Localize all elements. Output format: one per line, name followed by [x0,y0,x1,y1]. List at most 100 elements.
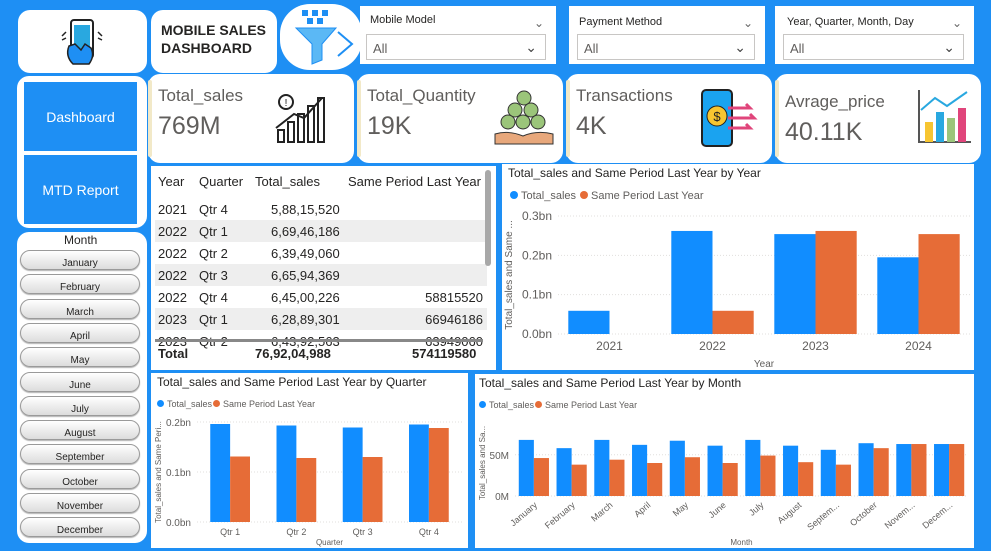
cell-same-period: 58815520 [425,290,483,305]
slicer-payment-method[interactable]: Payment Method ⌄ All ⌄ [569,6,765,64]
bar-total-sales[interactable] [774,234,816,334]
kpi-average-price: Avrage_price 40.11K [775,74,981,163]
month-item[interactable]: November [20,493,140,513]
bar-total-sales[interactable] [669,440,685,496]
chart-by-year: Total_sales and Same Period Last Year by… [502,164,974,370]
slicer-dropdown[interactable]: All ⌄ [366,34,546,60]
kpi-accent [357,80,361,157]
chevron-down-icon[interactable]: ⌄ [943,39,955,56]
col-header-same-period[interactable]: Same Period Last Year [348,174,481,189]
bar-same-period[interactable] [362,457,383,522]
month-item[interactable]: October [20,468,140,489]
month-item[interactable]: May [20,347,140,368]
slicer-dropdown[interactable]: All ⌄ [577,34,755,60]
bar-total-sales[interactable] [934,444,950,496]
legend-total-sales[interactable]: Total_sales [157,399,212,409]
bar-total-sales[interactable] [409,424,429,523]
cell-quarter: Qtr 3 [199,268,228,283]
bar-same-period[interactable] [684,457,700,496]
kpi-title: Total_Quantity [367,86,476,105]
month-item[interactable]: March [20,298,140,319]
cell-total-sales: 6,69,46,186 [271,224,340,239]
col-header-year[interactable]: Year [158,174,184,189]
bar-total-sales[interactable] [342,427,363,523]
bar-same-period[interactable] [609,459,625,496]
month-item[interactable]: June [20,371,140,392]
table-scrollbar[interactable] [485,170,491,266]
bar-same-period[interactable] [533,458,549,496]
y-tick-label: 0.0bn [166,518,191,529]
month-item[interactable]: February [20,274,140,295]
slicer-date-hierarchy[interactable]: Year, Quarter, Month, Day ⌄ All ⌄ [775,6,974,64]
nav-mtd-report-button[interactable]: MTD Report [24,155,137,224]
x-tick-label: Septem... [805,500,841,532]
col-header-total-sales[interactable]: Total_sales [255,174,320,189]
x-tick-label: June [707,500,728,520]
slicer-mobile-model[interactable]: Mobile Model ⌄ All ⌄ [360,6,556,64]
bar-total-sales[interactable] [877,257,919,334]
bar-same-period[interactable] [571,464,587,496]
legend-same-period[interactable]: Same Period Last Year [535,400,637,410]
x-tick-label: October [848,500,879,528]
bar-same-period[interactable] [647,463,663,496]
funnel-filter-icon [294,10,354,65]
col-header-quarter[interactable]: Quarter [199,174,243,189]
bar-same-period[interactable] [296,458,317,522]
bar-total-sales[interactable] [556,448,572,496]
bar-total-sales[interactable] [568,310,610,334]
bar-total-sales[interactable] [745,439,761,496]
chevron-down-icon[interactable]: ⌄ [734,39,746,56]
bar-same-period[interactable] [815,230,857,334]
bar-total-sales[interactable] [632,444,648,496]
bar-total-sales[interactable] [707,445,723,496]
kpi-accent [148,80,152,157]
cell-year: 2022 [158,224,187,239]
bar-total-sales[interactable] [858,443,874,496]
legend-label: Total_sales [521,190,577,202]
cell-year: 2022 [158,268,187,283]
legend-same-period[interactable]: Same Period Last Year [213,399,315,409]
bar-total-sales[interactable] [594,439,610,496]
month-item[interactable]: April [20,322,140,343]
chevron-down-icon[interactable]: ⌄ [525,39,537,56]
bar-total-sales[interactable] [276,425,297,523]
legend-same-period[interactable]: Same Period Last Year [580,190,704,202]
y-tick-label: 0M [495,492,509,503]
phone-payment-icon: $ [701,89,758,147]
chevron-down-icon[interactable]: ⌄ [952,16,962,30]
bar-total-sales[interactable] [783,445,799,496]
month-item[interactable]: January [20,250,140,270]
bar-same-period[interactable] [798,462,814,496]
bar-same-period[interactable] [835,464,851,496]
chevron-down-icon[interactable]: ⌄ [743,16,753,30]
nav-dashboard-button[interactable]: Dashboard [24,82,137,151]
bar-total-sales[interactable] [518,439,534,496]
y-axis-title: Total_sales and Same Peri... [154,421,163,523]
month-item[interactable]: September [20,444,140,465]
month-item[interactable]: July [20,395,140,416]
legend-total-sales[interactable]: Total_sales [510,190,576,202]
bar-same-period[interactable] [428,428,449,522]
month-item[interactable]: August [20,420,140,441]
bar-same-period[interactable] [712,310,754,334]
bar-same-period[interactable] [230,456,250,523]
chart-title: Total_sales and Same Period Last Year by… [508,166,761,180]
bar-same-period[interactable] [911,444,927,496]
bar-total-sales[interactable] [210,424,231,522]
legend-total-sales[interactable]: Total_sales [479,400,534,410]
chevron-down-icon[interactable]: ⌄ [534,16,544,30]
slicer-dropdown[interactable]: All ⌄ [783,34,964,60]
bar-same-period[interactable] [918,234,960,334]
bar-total-sales[interactable] [820,449,836,496]
x-axis-title: Year [754,359,775,370]
month-item[interactable]: December [20,517,140,538]
bar-same-period[interactable] [949,444,965,496]
bar-total-sales[interactable] [896,444,912,496]
kpi-accent [566,80,570,157]
month-slicer[interactable]: Month January February March April May June Ju… [17,232,147,543]
cell-year: 2023 [158,312,187,327]
bar-same-period[interactable] [873,448,889,496]
bar-same-period[interactable] [722,463,738,496]
bar-total-sales[interactable] [671,230,713,334]
bar-same-period[interactable] [760,455,776,496]
